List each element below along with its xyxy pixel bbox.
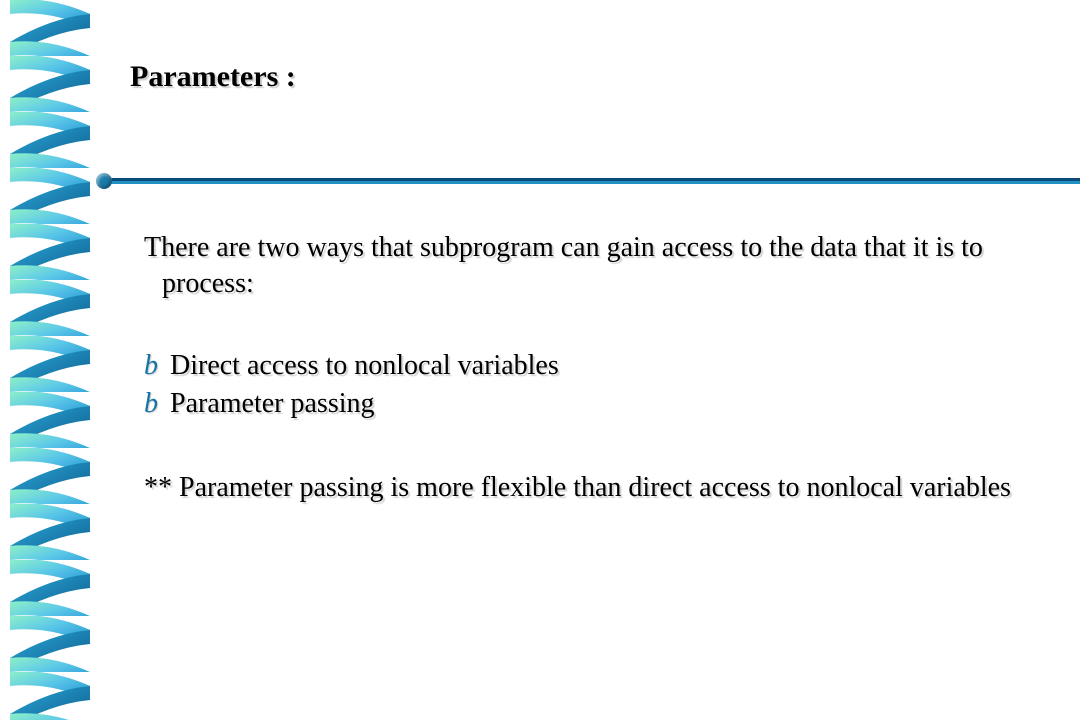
bullet-icon: b bbox=[144, 347, 170, 385]
bullet-label: Parameter passing bbox=[170, 385, 375, 423]
bullet-label: Direct access to nonlocal variables bbox=[170, 347, 559, 385]
intro-paragraph: There are two ways that subprogram can g… bbox=[144, 230, 1020, 303]
list-item: b Direct access to nonlocal variables bbox=[144, 347, 1020, 385]
slide-title: Parameters : bbox=[130, 60, 1040, 94]
list-item: b Parameter passing bbox=[144, 385, 1020, 423]
bullet-icon: b bbox=[144, 385, 170, 423]
note-paragraph: ** Parameter passing is more flexible th… bbox=[144, 470, 1020, 506]
divider-endcap-icon bbox=[96, 173, 112, 189]
bullet-list: b Direct access to nonlocal variables b … bbox=[144, 347, 1020, 423]
title-divider bbox=[100, 178, 1080, 184]
spiral-decoration bbox=[0, 0, 100, 720]
